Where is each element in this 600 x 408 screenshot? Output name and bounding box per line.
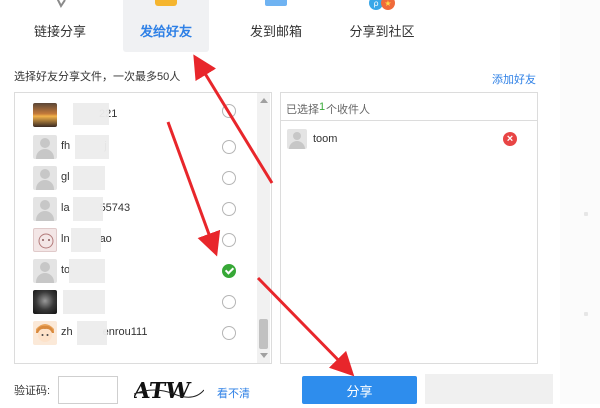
friend-list: 221 fhj gl la55743 lnao to [14, 92, 272, 364]
tab-label: 发到邮箱 [249, 24, 302, 39]
avatar [287, 129, 307, 149]
list-item[interactable]: to [15, 257, 255, 285]
captcha-image[interactable]: ATW [134, 378, 204, 402]
tab-label: 发给好友 [139, 24, 192, 39]
link-icon [56, 0, 66, 8]
svg-text:★: ★ [384, 0, 391, 8]
community-icon: ρ ★ [369, 0, 395, 10]
selected-count-header: 已选择 1 个收件人 [281, 93, 537, 121]
captcha-refresh-link[interactable]: 看不清 [217, 385, 250, 401]
friend-name: gl [61, 171, 70, 183]
avatar [33, 228, 57, 252]
avatar [33, 135, 57, 159]
svg-text:ATW: ATW [134, 378, 193, 402]
select-radio[interactable] [222, 140, 236, 154]
scroll-up-icon[interactable] [260, 98, 268, 103]
scroll-down-icon[interactable] [260, 353, 268, 358]
avatar [33, 290, 57, 314]
select-radio[interactable] [222, 202, 236, 216]
list-item[interactable] [15, 288, 255, 316]
tab-send-mail[interactable]: 发到邮箱 [238, 0, 314, 52]
select-radio[interactable] [222, 104, 236, 118]
avatar [33, 321, 57, 345]
remove-icon[interactable]: × [503, 132, 517, 146]
select-radio[interactable] [222, 326, 236, 340]
tab-send-friend[interactable]: 发给好友 [123, 0, 209, 52]
list-item[interactable]: 221 [15, 101, 255, 129]
svg-text:ρ: ρ [373, 0, 378, 8]
tab-label: 分享到社区 [349, 24, 415, 39]
select-radio[interactable] [222, 171, 236, 185]
list-item[interactable]: la 55743 [15, 195, 255, 223]
avatar [33, 259, 57, 283]
cancel-button[interactable] [425, 374, 553, 404]
share-button[interactable]: 分享 [302, 376, 417, 404]
list-item[interactable]: ln ao [15, 226, 255, 254]
selected-recipient: toom × [287, 129, 527, 153]
list-item[interactable]: zh enrou111 [15, 319, 255, 347]
captcha-input[interactable] [58, 376, 118, 404]
add-friend-link[interactable]: 添加好友 [492, 71, 536, 87]
scrollbar[interactable] [257, 93, 270, 363]
tab-label: 链接分享 [33, 24, 86, 39]
window-edge [560, 0, 600, 404]
selected-recipients-panel: 已选择 1 个收件人 toom × [280, 92, 538, 364]
tab-bar: 链接分享 发给好友 发到邮箱 ρ ★ 分享到社区 [0, 0, 560, 52]
select-radio[interactable] [222, 295, 236, 309]
select-radio[interactable] [222, 233, 236, 247]
select-radio-checked[interactable] [222, 264, 236, 278]
captcha-label: 验证码: [14, 385, 51, 397]
avatar [33, 166, 57, 190]
avatar [33, 197, 57, 221]
tab-link-share[interactable]: 链接分享 [20, 0, 100, 52]
tab-share-community[interactable]: ρ ★ 分享到社区 [342, 0, 422, 52]
scroll-thumb[interactable] [259, 319, 268, 349]
mail-icon [265, 0, 287, 6]
list-item[interactable]: gl [15, 164, 255, 192]
list-item[interactable]: fhj [15, 133, 255, 161]
recipient-name: toom [313, 133, 338, 145]
instruction-text: 选择好友分享文件，一次最多50人 [14, 71, 181, 83]
avatar [33, 103, 57, 127]
friend-icon [155, 0, 177, 6]
